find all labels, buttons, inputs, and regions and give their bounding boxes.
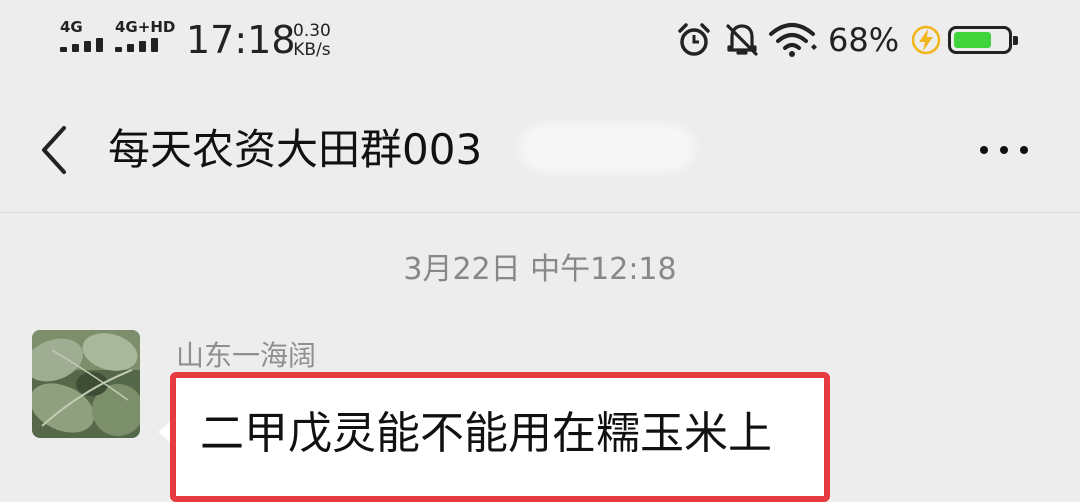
signal-bars-icon xyxy=(115,38,161,52)
message-text: 二甲戊灵能不能用在糯玉米上 xyxy=(200,408,772,459)
avatar[interactable] xyxy=(32,330,140,438)
chat-header: 每天农资大田群003 xyxy=(0,80,1080,213)
battery-icon xyxy=(948,26,1018,54)
battery-fill xyxy=(954,32,991,48)
signal-bars-icon xyxy=(60,38,106,52)
status-bar: 4G 4G+HD 17:18 0.30 KB/s 68% xyxy=(0,0,1080,80)
clock: 17:18 xyxy=(186,18,296,62)
sim2-label: 4G+HD xyxy=(115,18,176,36)
more-button[interactable] xyxy=(974,132,1034,168)
bubble-tail xyxy=(158,422,170,442)
speed-unit: KB/s xyxy=(293,40,331,60)
alarm-icon xyxy=(678,23,710,56)
sim1-label: 4G xyxy=(60,18,83,36)
chat-title: 每天农资大田群003 xyxy=(108,125,483,174)
wifi-icon xyxy=(769,23,817,57)
sender-name: 山东一海阔 xyxy=(176,339,317,372)
speed-value: 0.30 xyxy=(293,21,331,41)
redacted-region xyxy=(520,124,695,172)
back-button[interactable] xyxy=(30,120,80,180)
network-speed: 0.30 KB/s xyxy=(293,22,331,60)
chevron-left-icon xyxy=(42,126,66,174)
battery-percent: 68% xyxy=(828,21,900,59)
leaf-avatar-image xyxy=(32,330,140,438)
message-bubble[interactable]: 二甲戊灵能不能用在糯玉米上 xyxy=(170,372,830,502)
charging-icon xyxy=(911,25,941,55)
message-timestamp: 3月22日 中午12:18 xyxy=(403,252,677,287)
mute-icon xyxy=(726,24,758,56)
